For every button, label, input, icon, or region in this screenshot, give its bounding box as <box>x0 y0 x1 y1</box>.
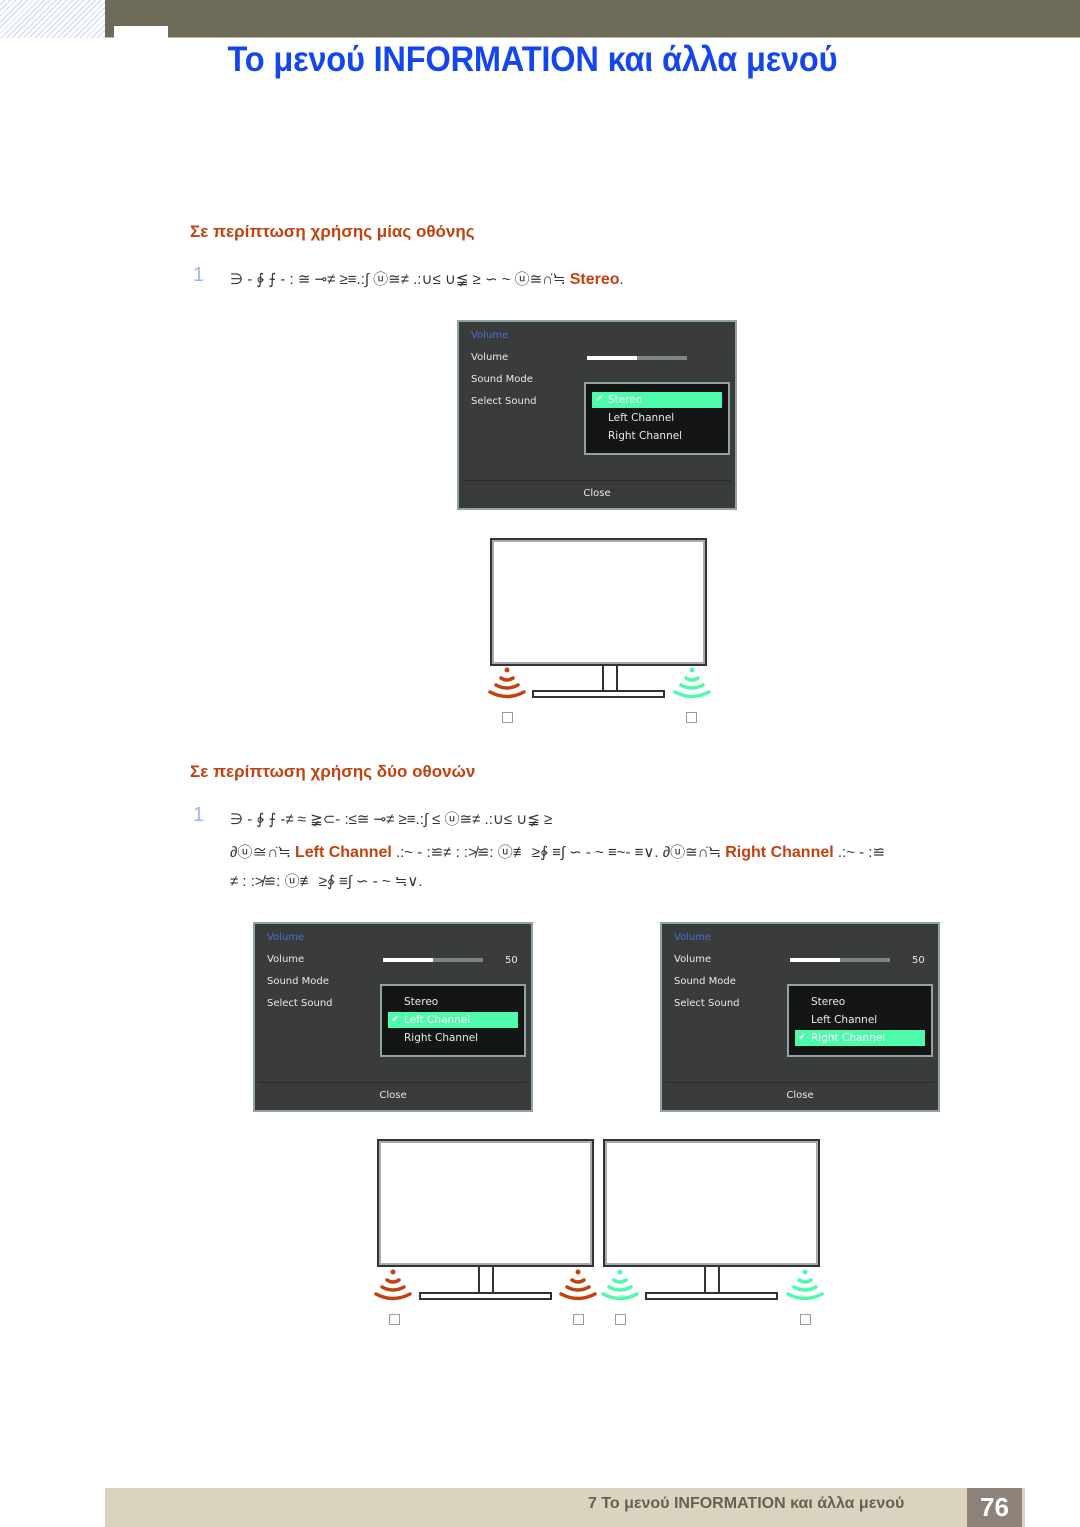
speaker-right-icon <box>601 1269 639 1301</box>
speaker-right-marker <box>686 712 697 723</box>
step-text-body: ∋ - ∲ ⨍ - : ≅ ⊸≠ ≥≡.:∫ ⓤ≅≠ .:∪≤ ∪≨ ≥ ∽ ~… <box>230 271 566 288</box>
option-left-channel[interactable]: Left Channel <box>795 1012 925 1028</box>
osd-row-select-sound[interactable]: Select Sound <box>267 998 333 1009</box>
check-icon: ✔ <box>595 394 604 405</box>
select-sound-dropdown: ✔ Stereo Left Channel Right Channel <box>584 382 730 455</box>
option-label: Left Channel <box>404 1014 471 1026</box>
step-text: ∋ - ∲ ⨍ - : ≅ ⊸≠ ≥≡.:∫ ⓤ≅≠ .:∪≤ ∪≨ ≥ ∽ ~… <box>230 268 624 289</box>
step-text-part: .:~ - :≌ <box>837 844 886 861</box>
osd-close-button[interactable]: Close <box>459 488 735 499</box>
osd-row-volume[interactable]: Volume <box>674 954 711 965</box>
monitor-base-right <box>645 1292 778 1300</box>
option-left-channel[interactable]: ✔ Left Channel <box>388 1012 518 1028</box>
option-right-channel[interactable]: Right Channel <box>388 1030 518 1046</box>
option-label: Stereo <box>404 996 439 1008</box>
volume-slider-fill <box>383 958 433 962</box>
step-text-line2: ∂ⓤ≅∩̈≒ Left Channel .:~ - :≌≠ : :≯≌: ⓤ≢ … <box>230 841 885 862</box>
monitor-base <box>532 690 665 698</box>
osd-row-select-sound[interactable]: Select Sound <box>471 396 537 407</box>
volume-value: 50 <box>505 955 518 966</box>
select-sound-dropdown: Stereo ✔ Left Channel Right Channel <box>380 984 526 1057</box>
step-number: 1 <box>193 264 205 286</box>
page-number: 76 <box>967 1488 1022 1527</box>
osd-title: Volume <box>471 330 509 341</box>
volume-slider[interactable] <box>587 356 687 360</box>
speaker-marker <box>615 1314 626 1325</box>
option-left-channel[interactable]: Left Channel <box>592 410 722 426</box>
option-right-channel[interactable]: ✔ Right Channel <box>795 1030 925 1046</box>
option-label: Stereo <box>608 394 643 406</box>
option-stereo[interactable]: Stereo <box>388 994 518 1010</box>
monitor-neck-right <box>704 1267 720 1294</box>
option-label: Left Channel <box>811 1014 878 1026</box>
osd-divider <box>259 1082 527 1083</box>
monitor-neck <box>602 666 618 692</box>
osd-divider <box>463 480 731 481</box>
osd-row-select-sound[interactable]: Select Sound <box>674 998 740 1009</box>
header-bar <box>105 0 1080 38</box>
step-number: 1 <box>193 804 205 826</box>
footer-chapter-title: 7 Το μενού INFORMATION και άλλα μενού <box>588 1495 905 1512</box>
speaker-marker <box>800 1314 811 1325</box>
step-highlight-right-channel: Right Channel <box>725 844 834 861</box>
speaker-marker <box>573 1314 584 1325</box>
step-text-line1: ∋ - ∲ ⨍ -≠ ≈ ≩⊂- :≤≅ ⊸≠ ≥≡.:∫ ≤ ⓤ≅≠ .:∪≤… <box>230 811 553 828</box>
osd-row-sound-mode[interactable]: Sound Mode <box>267 976 329 987</box>
osd-close-button[interactable]: Close <box>255 1090 531 1101</box>
osd-row-volume[interactable]: Volume <box>267 954 304 965</box>
option-label: Left Channel <box>608 412 675 424</box>
volume-value: 50 <box>912 955 925 966</box>
speaker-right-icon <box>673 667 711 699</box>
option-label: Right Channel <box>811 1032 886 1044</box>
select-sound-dropdown: Stereo Left Channel ✔ Right Channel <box>787 984 933 1057</box>
speaker-right-icon <box>786 1269 824 1301</box>
step-highlight-stereo: Stereo <box>569 271 620 288</box>
osd-row-sound-mode[interactable]: Sound Mode <box>674 976 736 987</box>
step-text-line3: ≠ : :≯≌: ⓤ≢ ≥∲ ≡∫ ∽ - ~ ≒∨. <box>230 873 423 890</box>
volume-slider-fill <box>790 958 840 962</box>
option-right-channel[interactable]: Right Channel <box>592 428 722 444</box>
check-icon: ✔ <box>391 1014 400 1025</box>
step-text-part: .:~ - :≌≠ : :≯≌: ⓤ≢ ≥∲ ≡∫ ∽ - ~ ≡~- ≡∨. … <box>396 844 722 861</box>
monitor-screen-left <box>377 1139 594 1267</box>
monitor-neck-left <box>478 1267 494 1294</box>
speaker-left-marker <box>502 712 513 723</box>
section-heading-single-monitor: Σε περίπτωση χρήσης μίας οθόνης <box>190 222 475 241</box>
osd-divider <box>666 1082 934 1083</box>
osd-row-volume[interactable]: Volume <box>471 352 508 363</box>
section-heading-dual-monitor: Σε περίπτωση χρήσης δύο οθονών <box>190 762 476 781</box>
check-icon: ✔ <box>798 1032 807 1043</box>
option-stereo[interactable]: ✔ Stereo <box>592 392 722 408</box>
osd-menu-right-monitor: Volume Volume Sound Mode Select Sound 50… <box>660 922 940 1112</box>
osd-close-button[interactable]: Close <box>662 1090 938 1101</box>
osd-title: Volume <box>674 932 712 943</box>
option-stereo[interactable]: Stereo <box>795 994 925 1010</box>
volume-slider[interactable] <box>790 958 890 962</box>
monitor-illustration-dual <box>360 1130 840 1340</box>
step-text-end: . <box>619 271 624 288</box>
header-tab-marker <box>114 26 168 39</box>
speaker-left-icon <box>559 1269 597 1301</box>
step-text-part: ∂ⓤ≅∩̈≒ <box>230 844 291 861</box>
monitor-illustration-single <box>470 530 720 730</box>
option-label: Right Channel <box>404 1032 479 1044</box>
speaker-left-icon <box>488 667 526 699</box>
osd-row-sound-mode[interactable]: Sound Mode <box>471 374 533 385</box>
speaker-left-icon <box>374 1269 412 1301</box>
page-title: Το μενού INFORMATION και άλλα μενού <box>227 40 838 79</box>
osd-menu-left-monitor: Volume Volume Sound Mode Select Sound 50… <box>253 922 533 1112</box>
volume-slider-fill <box>587 356 637 360</box>
osd-title: Volume <box>267 932 305 943</box>
option-label: Stereo <box>811 996 846 1008</box>
option-label: Right Channel <box>608 430 683 442</box>
monitor-screen-right <box>603 1139 820 1267</box>
speaker-marker <box>389 1314 400 1325</box>
volume-slider[interactable] <box>383 958 483 962</box>
monitor-screen <box>490 538 707 666</box>
monitor-base-left <box>419 1292 552 1300</box>
osd-menu-single: Volume Volume Sound Mode Select Sound ✔ S… <box>457 320 737 510</box>
corner-hatch-decoration <box>0 0 105 38</box>
step-highlight-left-channel: Left Channel <box>294 844 392 861</box>
